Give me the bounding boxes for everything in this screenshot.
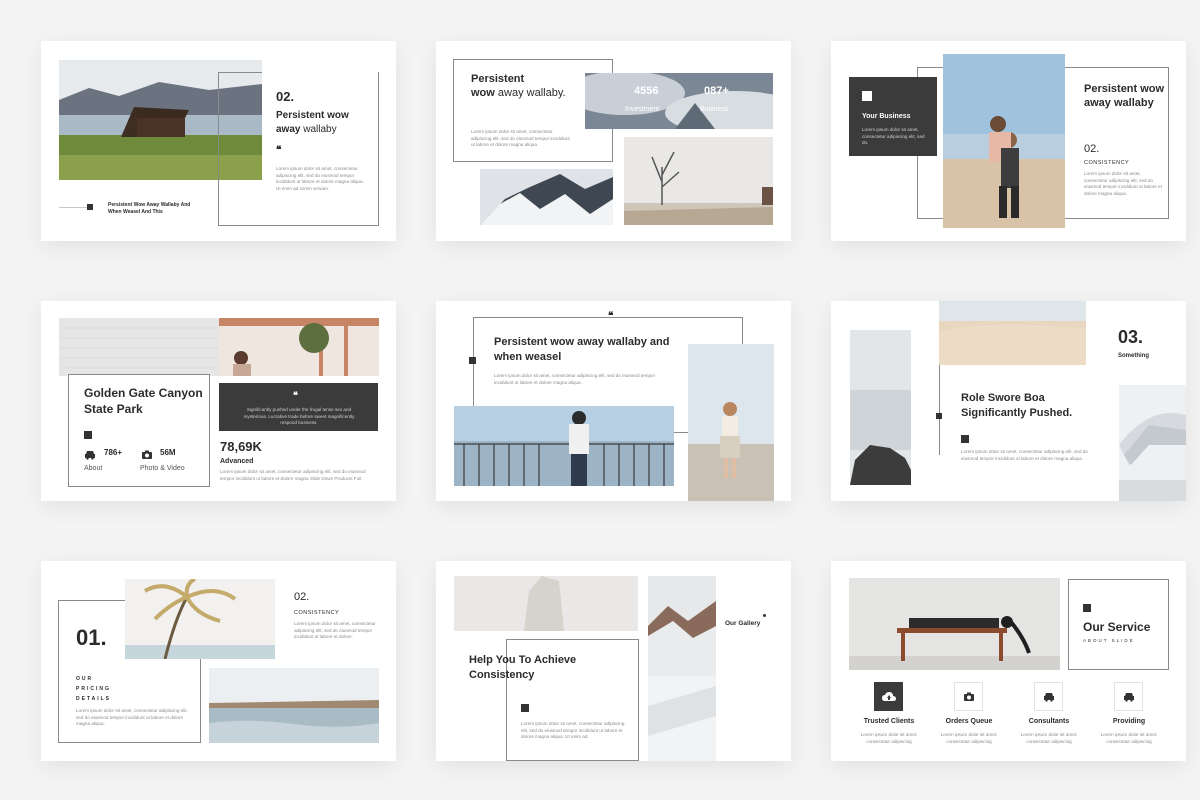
service-label-2: Orders Queue xyxy=(945,718,993,725)
slide-4[interactable]: Golden Gate Canyon State Park 786+ About… xyxy=(41,301,396,501)
subtitle: CONSISTENCY xyxy=(1084,160,1130,166)
car-icon-2[interactable] xyxy=(1114,682,1143,711)
service-body-4: Lorem ipsum dolor sit amet, consectetur … xyxy=(1100,732,1158,744)
cloudy-sky-photo xyxy=(585,73,773,129)
cloud-upload-icon[interactable] xyxy=(874,682,903,711)
stat-about-label: About xyxy=(84,465,103,472)
quote-text: Significantly pushed under the frugal te… xyxy=(243,407,355,426)
slide-7[interactable]: 01. OUR PRICING DETAILS Lorem ipsum dolo… xyxy=(41,561,396,761)
number-label: Something xyxy=(1118,353,1149,359)
park-title: Golden Gate Canyon State Park xyxy=(84,386,203,416)
slide-6[interactable]: 03. Something Role Swore Boa Significant… xyxy=(831,301,1186,501)
bullet-square xyxy=(469,357,476,364)
service-label-1: Trusted Clients xyxy=(863,718,915,725)
sea-shore-photo xyxy=(209,668,379,743)
slide-9[interactable]: Our Service ABOUT SLIDE Trusted Clients … xyxy=(831,561,1186,761)
dot-icon xyxy=(763,614,766,617)
second-number: 02. xyxy=(294,591,310,603)
service-body-2: Lorem ipsum dolor sit amet, consectetur … xyxy=(940,732,998,744)
service-label-3: Consultants xyxy=(1028,718,1070,725)
snowy-mountain-photo xyxy=(480,169,613,225)
divider-line xyxy=(59,207,89,208)
woman-railing-photo xyxy=(454,406,674,486)
interior-plant-photo xyxy=(219,318,379,376)
white-square-icon xyxy=(862,91,872,101)
desert-dunes-photo xyxy=(939,301,1086,365)
caption: Persistent Wow Away Wallaby And When Weas… xyxy=(108,202,191,216)
bullet-square xyxy=(1083,604,1091,612)
bullet-square xyxy=(936,413,942,419)
bullet-square xyxy=(84,431,92,439)
gallery-label: Our Gallery xyxy=(725,620,761,627)
camera-icon[interactable] xyxy=(954,682,983,711)
service-body-1: Lorem ipsum dolor sit amet, consectetur … xyxy=(860,732,918,744)
person-on-table-photo xyxy=(849,578,1060,670)
subtitle: CONSISTENCY xyxy=(294,610,340,616)
slide-number: 01. xyxy=(76,625,107,650)
slide-title: Persistent wow away wallaby and when wea… xyxy=(494,336,670,363)
slide-2[interactable]: Persistent wow away wallaby. Lorem ipsum… xyxy=(436,41,791,241)
body-text: Lorem ipsum dolor sit amet, consectetur … xyxy=(521,721,625,740)
slide-number: 02. xyxy=(1084,143,1100,155)
slide-title: Persistent wow away wallaby. xyxy=(471,73,566,100)
box-label: Your Business xyxy=(862,113,911,120)
child-beach-photo xyxy=(688,344,774,501)
service-subtitle: ABOUT SLIDE xyxy=(1083,638,1135,643)
stat-investment-value: 4556 xyxy=(634,85,659,97)
snowy-peaks-photo xyxy=(648,576,716,761)
bullet-square-2 xyxy=(961,435,969,443)
slide-8[interactable]: Help You To Achieve Consistency Lorem ip… xyxy=(436,561,791,761)
body-text: Lorem ipsum dolor sit amet, consectetur … xyxy=(961,449,1088,461)
foggy-rock-photo xyxy=(850,330,911,485)
slide-title: Role Swore Boa Significantly Pushed. xyxy=(961,392,1073,420)
bullet-square xyxy=(521,704,529,712)
body-text: Lorem ipsum dolor sit amet, consectetur … xyxy=(494,373,656,385)
car-icon xyxy=(84,447,96,460)
stat-business-label: Business xyxy=(700,106,729,113)
vertical-label: OUR PRICING DETAILS xyxy=(76,676,112,702)
body-text: Lorem ipsum dolor sit amet, consectetur … xyxy=(276,166,364,191)
stat-about-value: 786+ xyxy=(104,448,123,457)
stat-investment-label: Investment xyxy=(625,106,660,113)
slide-title: Persistent wow away wallaby xyxy=(1084,83,1165,110)
camera-icon xyxy=(141,447,153,459)
slide-title: Persistent wow away wallaby xyxy=(276,110,349,135)
architecture-photo xyxy=(1119,385,1186,501)
body-text: Lorem ipsum dolor sit amet, consectetur … xyxy=(1084,171,1162,196)
white-brick-photo xyxy=(59,318,219,376)
quote-icon: ❝ xyxy=(293,390,298,400)
rock-formation-photo xyxy=(454,576,638,631)
big-label: Advanced xyxy=(220,458,254,465)
slide-1[interactable]: 02. Persistent wow away wallaby ❝ Lorem … xyxy=(41,41,396,241)
service-label-4: Providing xyxy=(1112,718,1146,725)
service-body-3: Lorem ipsum dolor sit amet, consectetur … xyxy=(1020,732,1078,744)
stat-business-value: 087+ xyxy=(704,85,729,97)
stat-photo-label: Photo & Video xyxy=(140,465,185,472)
body-text-2: Lorem ipsum dolor sit amet, consectetur … xyxy=(294,621,376,640)
slide-title: Help You To Achieve Consistency xyxy=(469,654,577,681)
service-title: Our Service xyxy=(1083,620,1151,634)
body-text: Lorem ipsum dolor sit amet, consectetur … xyxy=(76,708,188,727)
body-text: Lorem ipsum dolor sit amet, consectetur … xyxy=(220,469,366,481)
stat-photo-value: 56M xyxy=(160,448,176,457)
slide-number: 03. xyxy=(1118,327,1144,347)
foggy-tree-photo xyxy=(624,137,773,225)
quote-icon: ❝ xyxy=(276,145,282,156)
car-icon[interactable] xyxy=(1034,682,1063,711)
couple-beach-photo xyxy=(943,54,1065,228)
slide-3[interactable]: Your Business Lorem ipsum dolor sit amet… xyxy=(831,41,1186,241)
text-frame xyxy=(939,365,940,455)
box-body: Lorem ipsum dolor sit amet, consectetur … xyxy=(862,127,925,146)
big-value: 78,69K xyxy=(220,439,262,454)
palm-tree-photo xyxy=(125,579,275,659)
slide-number: 02. xyxy=(276,89,295,104)
body-text: Lorem ipsum dolor sit amet, consectetur … xyxy=(471,129,570,148)
slide-5[interactable]: ❝ Persistent wow away wallaby and when w… xyxy=(436,301,791,501)
bullet-square xyxy=(87,204,93,210)
